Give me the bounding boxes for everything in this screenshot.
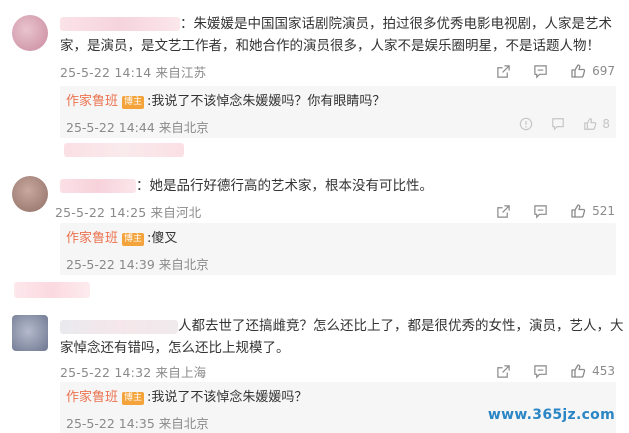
comment-button[interactable] (533, 64, 548, 79)
username-blurred[interactable] (60, 17, 180, 31)
avatar[interactable] (12, 176, 48, 212)
reply-text: :我说了不该悼念朱媛媛吗？ (147, 390, 308, 405)
share-icon (496, 204, 511, 219)
thumbs-up-icon (570, 363, 586, 379)
reply-line: 作家鲁班 博主 :我说了不该悼念朱媛媛吗？你有眼睛吗？ (66, 93, 385, 111)
comment-text: 人都去世了还搞雌竞？怎么还比上了，都是很优秀的女性，演员，艺人，大 (178, 318, 624, 334)
like-button[interactable]: 697 (570, 63, 615, 79)
site-watermark: www.365jz.com (487, 407, 615, 423)
report-icon[interactable] (519, 117, 533, 131)
comment-item: ：朱媛媛是中国国家话剧院演员，拍过很多优秀电影电视剧，人家是艺术 家，是演员，是… (0, 0, 629, 160)
thumbs-up-icon[interactable] (583, 117, 597, 131)
comment-icon (533, 364, 548, 379)
thumbs-up-icon (570, 203, 586, 219)
share-button[interactable] (496, 64, 511, 79)
reply-line: 作家鲁班 博主 :我说了不该悼念朱媛媛吗？ (66, 389, 307, 407)
reply-box: 作家鲁班 博主 :傻叉 25-5-22 14:39 来自北京 (60, 223, 616, 275)
username-blurred[interactable] (60, 320, 178, 334)
blogger-badge: 博主 (122, 391, 145, 405)
comment-icon[interactable] (551, 117, 565, 131)
thumbs-up-icon (570, 63, 586, 79)
like-button[interactable]: 521 (570, 203, 615, 219)
blogger-badge: 博主 (122, 232, 145, 246)
comment-button[interactable] (533, 364, 548, 379)
comment-actions: 697 (496, 62, 615, 80)
comment-actions: 521 (496, 202, 615, 220)
more-replies-blurred[interactable] (64, 143, 184, 157)
comment-text-line2: 家悼念还有错吗，怎么还比上规模了。 (60, 340, 290, 356)
username-blurred[interactable] (60, 179, 136, 193)
comment-meta: 25-5-22 14:14 来自江苏 (60, 65, 207, 80)
comment-icon (533, 64, 548, 79)
like-count: 453 (592, 364, 615, 378)
avatar[interactable] (12, 315, 48, 351)
comment-button[interactable] (533, 204, 548, 219)
share-button[interactable] (496, 204, 511, 219)
comment-meta: 25-5-22 14:32 来自上海 (60, 365, 207, 380)
like-count: 521 (592, 204, 615, 218)
like-count: 697 (592, 64, 615, 78)
reply-author[interactable]: 作家鲁班 (66, 230, 118, 248)
comment-text: ：朱媛媛是中国国家话剧院演员，拍过很多优秀电影电视剧，人家是艺术 (180, 16, 612, 32)
reply-meta: 25-5-22 14:39 来自北京 (66, 257, 209, 272)
reply-meta: 25-5-22 14:44 来自北京 (66, 120, 209, 135)
reply-meta: 25-5-22 14:35 来自北京 (66, 416, 209, 431)
reply-line: 作家鲁班 博主 :傻叉 (66, 230, 177, 248)
reply-text: :我说了不该悼念朱媛媛吗？你有眼睛吗？ (147, 94, 386, 109)
avatar[interactable] (12, 15, 48, 51)
comment-text-line2: 家，是演员，是文艺工作者，和她合作的演员很多，人家不是娱乐圈明星，不是话题人物！ (60, 38, 600, 54)
comment-meta: 25-5-22 14:25 来自河北 (55, 205, 202, 220)
redacted-area (14, 282, 90, 298)
reply-actions: 8 (519, 117, 610, 131)
reply-author[interactable]: 作家鲁班 (66, 93, 118, 111)
comment-item: ：她是品行好德行高的艺术家，根本没有可比性。 25-5-22 14:25 来自河… (0, 160, 629, 280)
reply-box: 作家鲁班 博主 :我说了不该悼念朱媛媛吗？你有眼睛吗？ 25-5-22 14:4… (60, 86, 616, 138)
share-icon (496, 364, 511, 379)
reply-author[interactable]: 作家鲁班 (66, 389, 118, 407)
reply-text: :傻叉 (147, 231, 178, 246)
like-button[interactable]: 453 (570, 363, 615, 379)
share-button[interactable] (496, 364, 511, 379)
comment-icon (533, 204, 548, 219)
comment-actions: 453 (496, 362, 615, 380)
share-icon (496, 64, 511, 79)
comment-text: ：她是品行好德行高的艺术家，根本没有可比性。 (136, 178, 433, 194)
reply-like-count: 8 (602, 117, 610, 131)
blogger-badge: 博主 (122, 95, 145, 109)
